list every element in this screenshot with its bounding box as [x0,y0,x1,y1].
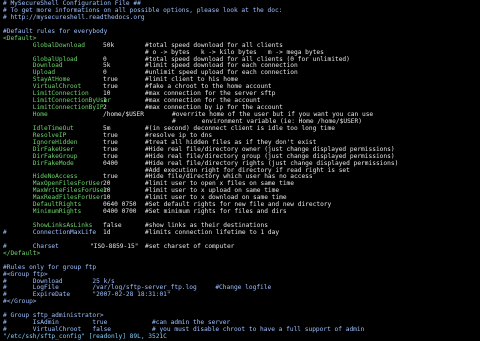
option-comment: #set charset of computer [145,242,235,250]
line-text: # Download 25 k/s [3,277,115,285]
config-line: #Rules only for group ftp [3,263,480,272]
line-text: MaxOpenFilesForUser [3,180,104,188]
line-text: DirFakeMode [3,159,74,167]
line-text: # VirtualChroot false # you must disable… [3,326,365,334]
option-value: /home/$USER [103,111,144,118]
line-text: LimitConnectionByIP [3,104,104,112]
config-line: # ExpireDate "2007-02-28 18:31:01" [3,291,480,299]
option-comment: #Set minimum rights for files and dirs [145,208,287,216]
option-comment: #limits connection lifetime to 1 day [145,228,280,236]
line-text: #</Group> [3,298,37,306]
line-text: # ExpireDate "2007-02-28 18:31:01" [3,291,171,299]
line-text: Home [3,111,48,118]
line-text: GlobalDownload [3,41,85,49]
line-text: "/etc/ssh/sftp_config" [readonly] 89L, 3… [3,333,167,340]
config-line: IdleTimeOut 5m #(in second) deconnect clie… [3,124,480,133]
option-value: 0400 0700 [103,208,137,216]
line-text: </Default> [3,249,41,257]
line-text: StayAtHome [3,76,71,84]
line-text: MinimumRights [3,208,82,216]
line-text: ResolveIP [3,131,67,139]
line-text: # MySecureShell Configuration File ## [3,0,141,7]
config-line: # http://mysecureshell.readthedocs.org [3,13,480,22]
line-text: MaxReadFilesForUser [3,194,104,202]
config-line: # Charset "ISO-8859-15" #set charset of co… [3,242,480,251]
option-value: 0400 [103,159,118,167]
line-text: # To get more informations on all possib… [3,6,283,14]
line-text: # LogFile /var/log/sftp-server_ftp.log #… [3,284,272,292]
line-text: LimitConnection [3,90,89,98]
line-text: # ConnectionMaxLife [3,228,97,236]
line-text: #Rules only for group ftp [3,263,97,271]
status-line: "/etc/ssh/sftp_config" [readonly] 89L, 3… [3,333,480,341]
config-line: Upload 0 #unlimit speed upload for each co… [3,69,480,77]
line-text: IdleTimeOut [3,124,74,132]
line-text: HideNoAccess [3,173,78,181]
line-text: LimitConnectionByUser [3,97,112,105]
line-text: Upload [3,69,56,77]
config-line: #</Group> [3,298,480,306]
line-text: VirtualChroot [3,83,82,91]
line-text: Download [3,62,63,70]
config-line: MinimumRights 0400 0700 #Set minimum right… [3,208,480,216]
option-value: 50k [103,41,115,49]
line-text: #Default rules for everybody [3,27,108,35]
line-text: MaxWriteFilesForUser [3,187,108,195]
line-text: IgnoreHidden [3,138,78,146]
line-text: # Charset [3,242,59,250]
line-text: GlobalUpload [3,55,78,63]
line-text: DefaultRights [3,201,82,209]
config-line: # ConnectionMaxLife 1d #limits connection … [3,228,480,237]
line-text: DirFakeUser [3,145,74,153]
option-value: "ISO-8859-15" [90,242,139,250]
line-text: # http://mysecureshell.readthedocs.org [3,13,145,21]
config-line [3,237,480,244]
line-text: <Default> [3,34,37,42]
line-text: DirFakeGroup [3,152,78,160]
config-line: </Default> [3,249,480,258]
option-value: 1d [103,228,111,236]
terminal-window[interactable]: # MySecureShell Configuration File ## # T… [0,0,480,340]
line-text: ShowLinksAsLinks [3,222,93,229]
line-text: #<Group ftp> [3,270,48,278]
config-line: #Default rules for everybody [3,27,480,36]
line-text: # Group sftp_administrator> [3,312,104,320]
line-text: # IsAdmin true #can admin the server [3,319,231,327]
